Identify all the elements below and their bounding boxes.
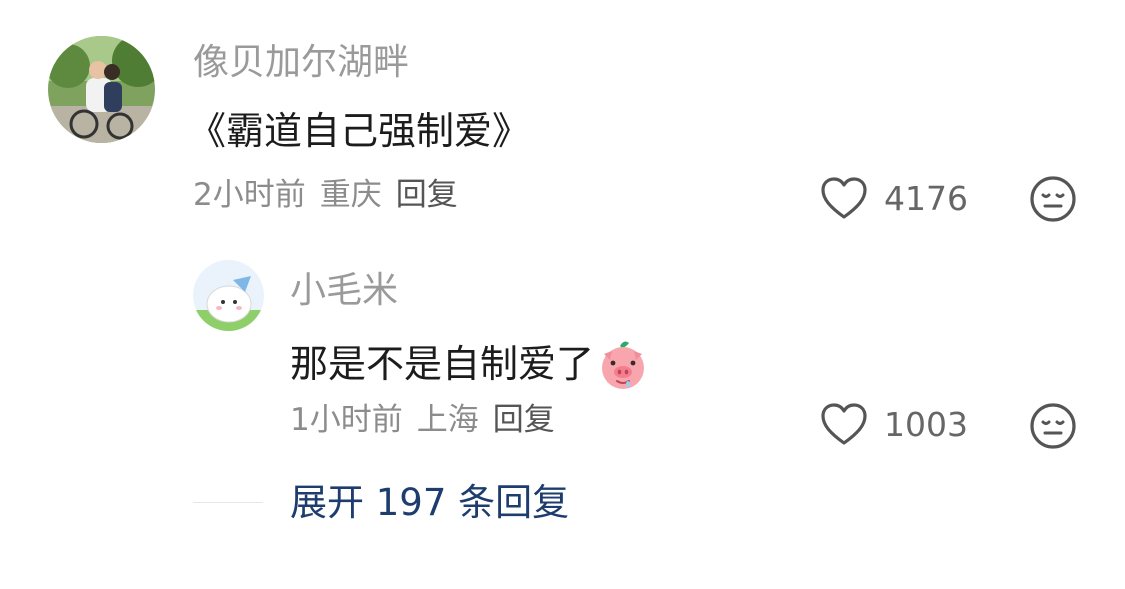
reply-dislike-button[interactable] xyxy=(1029,402,1077,450)
comment-dislike-button[interactable] xyxy=(1029,175,1077,223)
comment-like-button[interactable]: 4176 xyxy=(820,173,968,223)
reply-time: 1小时前 xyxy=(290,402,403,438)
heart-icon xyxy=(821,177,867,219)
pig-face-emoji xyxy=(602,341,645,389)
reply-username[interactable]: 小毛米 xyxy=(290,273,398,309)
comment-time: 2小时前 xyxy=(193,177,306,213)
reply-like-count: 1003 xyxy=(884,404,968,444)
reply-location: 上海 xyxy=(416,402,479,438)
reply-reply-button[interactable]: 回复 xyxy=(493,402,555,438)
comment-location: 重庆 xyxy=(319,177,382,213)
neutral-face-icon xyxy=(1030,176,1076,222)
comment-text: 《霸道自己强制爱》 xyxy=(188,109,531,153)
neutral-face-icon xyxy=(1030,403,1076,449)
expand-replies-button[interactable]: 展开 197 条回复 xyxy=(290,484,569,521)
reply-text: 那是不是自制爱了 xyxy=(290,342,595,386)
comment-username[interactable]: 像贝加尔湖畔 xyxy=(193,45,409,81)
comment-like-count: 4176 xyxy=(884,178,968,218)
comment-reply-button[interactable]: 回复 xyxy=(396,177,458,213)
avatar-comment-author[interactable] xyxy=(48,36,155,143)
comment-meta: 2小时前 重庆 回复 xyxy=(193,180,458,211)
heart-icon xyxy=(821,403,867,445)
reply-meta: 1小时前 上海 回复 xyxy=(290,405,555,436)
expand-divider xyxy=(193,502,263,503)
reply-text-row: 那是不是自制爱了 xyxy=(290,338,648,390)
reply-like-button[interactable]: 1003 xyxy=(820,399,968,449)
avatar-reply-author[interactable] xyxy=(193,260,264,331)
